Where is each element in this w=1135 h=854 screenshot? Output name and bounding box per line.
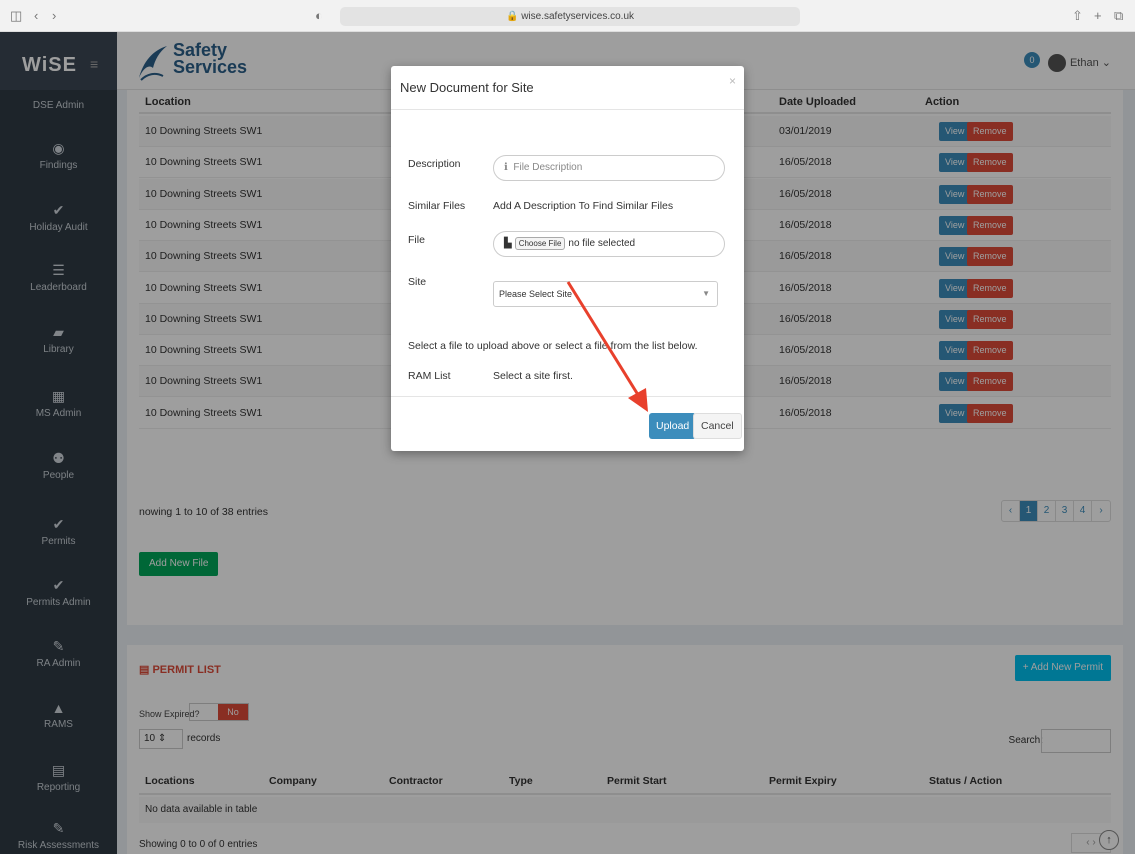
modal-header: New Document for Site × (391, 66, 744, 110)
ram-list-label: RAM List (408, 370, 451, 382)
description-input[interactable]: ℹ File Description (493, 155, 725, 181)
site-select-value: Please Select Site (499, 289, 573, 299)
modal-footer: Upload Cancel (391, 396, 744, 451)
address-bar[interactable]: 🔒 wise.safetyservices.co.uk (340, 7, 800, 26)
file-label: File (408, 234, 425, 246)
tabs-overview-icon[interactable]: ⧉ (1114, 8, 1123, 24)
share-icon[interactable]: ⇧ (1072, 8, 1083, 24)
cancel-button[interactable]: Cancel (693, 413, 742, 439)
chevron-down-icon: ▼ (702, 289, 710, 298)
close-icon[interactable]: × (729, 74, 736, 88)
new-tab-icon[interactable]: + (1094, 8, 1102, 23)
upload-button[interactable]: Upload (649, 413, 697, 439)
similar-files-label: Similar Files (408, 200, 466, 212)
no-file-text: no file selected (568, 238, 636, 249)
forward-icon[interactable]: › (52, 8, 56, 23)
file-input[interactable]: ▙ Choose File no file selected (493, 231, 725, 257)
similar-files-text: Add A Description To Find Similar Files (493, 200, 674, 212)
back-icon[interactable]: ‹ (34, 8, 38, 23)
url-text: wise.safetyservices.co.uk (521, 11, 635, 22)
sidebar-toggle-icon[interactable]: ◫ (10, 8, 22, 24)
new-document-modal: New Document for Site × Description ℹ Fi… (391, 66, 744, 451)
privacy-shield-icon[interactable]: ◐ (315, 8, 323, 23)
description-placeholder: File Description (513, 162, 583, 173)
modal-title: New Document for Site (400, 80, 534, 95)
site-label: Site (408, 276, 427, 288)
ram-list-text: Select a site first. (493, 370, 573, 382)
info-icon: ℹ (504, 162, 508, 173)
description-label: Description (408, 158, 461, 170)
file-icon: ▙ (504, 238, 512, 249)
choose-file-button[interactable]: Choose File (514, 236, 566, 250)
site-select[interactable]: Please Select Site ▼ (493, 281, 718, 307)
browser-toolbar: ◫ ‹ › ◐ 🔒 wise.safetyservices.co.uk ⇧ + … (0, 0, 1135, 32)
upload-hint: Select a file to upload above or select … (408, 340, 698, 352)
